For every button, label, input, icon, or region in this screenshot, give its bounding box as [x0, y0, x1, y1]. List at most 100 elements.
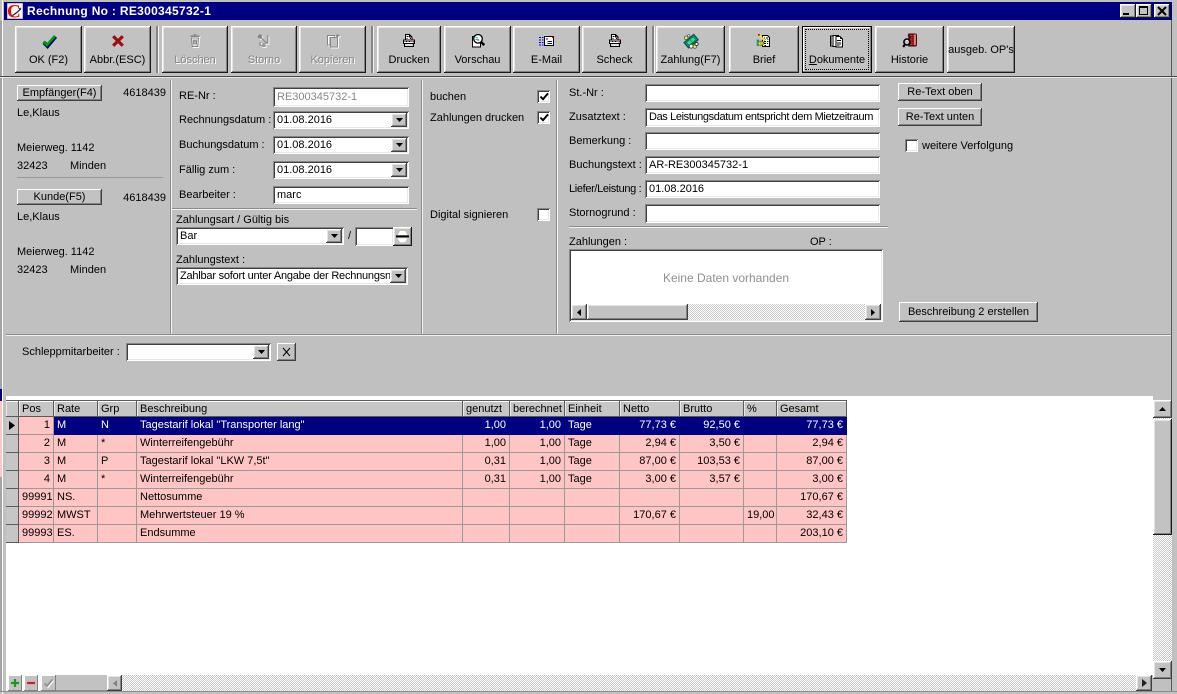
zahlungen-listbox[interactable]: Keine Daten vorhanden	[569, 249, 883, 322]
table-cell[interactable]: Nettosumme	[137, 489, 463, 507]
table-cell[interactable]	[620, 525, 680, 543]
documents-button[interactable]: Dokumente	[802, 26, 872, 73]
table-cell[interactable]	[744, 435, 777, 453]
row-selector[interactable]	[6, 507, 19, 525]
table-cell[interactable]: 170,67 €	[777, 489, 847, 507]
dropdown-button[interactable]	[253, 345, 269, 359]
table-cell[interactable]	[744, 489, 777, 507]
email-button[interactable]: E-Mail	[513, 26, 580, 73]
title-bar[interactable]: C Rechnung No : RE300345732-1	[4, 2, 1172, 20]
table-cell[interactable]: 1	[19, 417, 54, 435]
table-cell[interactable]: M	[54, 471, 98, 489]
column-header-genutzt[interactable]: genutzt	[463, 401, 510, 417]
table-cell[interactable]	[680, 525, 744, 543]
table-cell[interactable]: 99992	[19, 507, 54, 525]
table-cell[interactable]	[620, 489, 680, 507]
table-cell[interactable]: 2	[19, 435, 54, 453]
table-cell[interactable]: Tage	[565, 435, 620, 453]
buchungstext-field[interactable]: AR-RE300345732-1	[645, 156, 880, 174]
stornogrund-field[interactable]	[645, 204, 880, 223]
table-cell[interactable]: Tagestarif lokal "LKW 7,5t"	[137, 453, 463, 471]
table-cell[interactable]	[510, 525, 565, 543]
table-cell[interactable]: *	[98, 471, 137, 489]
add-row-button[interactable]	[8, 675, 22, 691]
kunde-button[interactable]: Kunde(F5)	[17, 189, 102, 205]
liefer-field[interactable]: 01.08.2016	[645, 180, 880, 198]
table-cell[interactable]: *	[98, 435, 137, 453]
bemerkung-field[interactable]	[645, 132, 880, 150]
stnr-field[interactable]	[645, 84, 880, 102]
table-cell[interactable]	[744, 453, 777, 471]
table-cell[interactable]: 3,00 €	[777, 471, 847, 489]
column-header-Pos[interactable]: Pos	[19, 401, 54, 417]
table-cell[interactable]: 87,00 €	[620, 453, 680, 471]
table-cell[interactable]: M	[54, 417, 98, 435]
table-cell[interactable]: 2,94 €	[620, 435, 680, 453]
scroll-track[interactable]	[122, 675, 1136, 691]
column-header-Einheit[interactable]: Einheit	[565, 401, 620, 417]
scroll-thumb[interactable]	[587, 304, 688, 320]
table-cell[interactable]: 2,94 €	[777, 435, 847, 453]
buchungsdatum-combo[interactable]: 01.08.2016	[273, 136, 409, 154]
buchen-checkbox[interactable]	[537, 90, 550, 103]
table-cell[interactable]: 32,43 €	[777, 507, 847, 525]
minimize-button[interactable]	[1120, 4, 1136, 18]
retext-unten-button[interactable]: Re-Text unten	[898, 108, 982, 126]
table-cell[interactable]: 3,00 €	[620, 471, 680, 489]
table-cell[interactable]: M	[54, 435, 98, 453]
table-cell[interactable]	[463, 489, 510, 507]
column-header-Brutto[interactable]: Brutto	[680, 401, 744, 417]
rechnungsdatum-combo[interactable]: 01.08.2016	[273, 111, 409, 129]
table-cell[interactable]	[98, 525, 137, 543]
table-cell[interactable]: Endsumme	[137, 525, 463, 543]
zahlungstext-combo[interactable]: Zahlbar sofort unter Angabe der Rechnung…	[176, 267, 408, 285]
column-header-selector[interactable]	[6, 401, 19, 417]
table-cell[interactable]: P	[98, 453, 137, 471]
delete-row-button[interactable]	[24, 675, 38, 691]
column-header-berechnet[interactable]: berechnet	[510, 401, 565, 417]
table-cell[interactable]: 1,00	[510, 435, 565, 453]
dropdown-button[interactable]	[391, 113, 407, 127]
print-button[interactable]: Drucken	[377, 26, 441, 73]
table-cell[interactable]: 0,31	[463, 471, 510, 489]
table-cell[interactable]: Tage	[565, 417, 620, 435]
openops-button[interactable]: ausgeb. OP's	[947, 26, 1015, 73]
table-cell[interactable]: 0,31	[463, 453, 510, 471]
table-cell[interactable]	[98, 507, 137, 525]
bearbeiter-field[interactable]: marc	[273, 186, 409, 204]
table-cell[interactable]: 87,00 €	[777, 453, 847, 471]
table-cell[interactable]: 1,00	[510, 471, 565, 489]
zahlungen-hscrollbar[interactable]	[571, 304, 881, 320]
history-button[interactable]: Historie	[875, 26, 944, 73]
brief-button[interactable]: Brief	[729, 26, 799, 73]
table-cell[interactable]	[744, 525, 777, 543]
table-cell[interactable]	[463, 525, 510, 543]
table-cell[interactable]	[680, 507, 744, 525]
empfaenger-button[interactable]: Empfänger(F4)	[17, 85, 102, 101]
table-cell[interactable]: N	[98, 417, 137, 435]
verfolgung-checkbox[interactable]	[905, 139, 918, 152]
table-cell[interactable]: Winterreifengebühr	[137, 471, 463, 489]
table-cell[interactable]: Tage	[565, 453, 620, 471]
retext-oben-button[interactable]: Re-Text oben	[898, 83, 982, 101]
column-header-Grp[interactable]: Grp	[98, 401, 137, 417]
dropdown-button[interactable]	[326, 229, 342, 243]
column-header-Beschreibung[interactable]: Beschreibung	[137, 401, 463, 417]
scroll-right-button[interactable]	[1136, 675, 1152, 691]
row-selector[interactable]	[6, 471, 19, 489]
table-cell[interactable]: Tagestarif lokal "Transporter lang"	[137, 417, 463, 435]
gueltig-bis-field[interactable]	[355, 227, 394, 246]
table-cell[interactable]: 77,73 €	[777, 417, 847, 435]
table-cell[interactable]: 1,00	[510, 453, 565, 471]
table-cell[interactable]	[565, 525, 620, 543]
table-cell[interactable]	[744, 471, 777, 489]
positions-table[interactable]: PosRateGrpBeschreibunggenutztberechnetEi…	[6, 400, 847, 543]
table-cell[interactable]	[98, 489, 137, 507]
table-cell[interactable]: 1,00	[463, 417, 510, 435]
scroll-left-button[interactable]	[571, 304, 587, 320]
table-cell[interactable]: NS.	[54, 489, 98, 507]
row-selector[interactable]	[6, 489, 19, 507]
dropdown-button[interactable]	[391, 138, 407, 152]
close-button[interactable]	[1154, 4, 1170, 18]
storno-button[interactable]: Storno	[231, 26, 297, 73]
